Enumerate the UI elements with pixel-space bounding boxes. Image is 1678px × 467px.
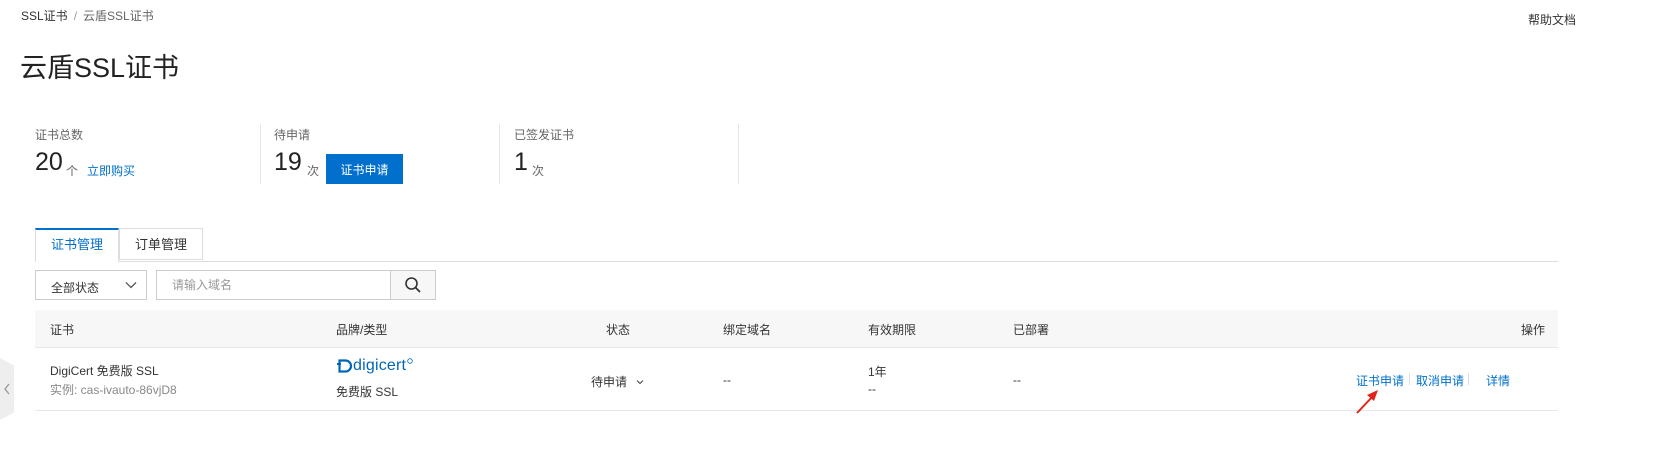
domain-search-input[interactable]	[156, 270, 391, 300]
chevron-left-icon	[4, 383, 10, 395]
breadcrumb-separator: /	[73, 9, 78, 23]
cert-instance-id: 实例: cas-ivauto-86vjD8	[50, 383, 177, 397]
help-docs-link[interactable]: 帮助文档	[1528, 11, 1576, 28]
stat-value: 20	[35, 148, 63, 176]
column-header-actions: 操作	[1521, 323, 1546, 337]
column-header-status: 状态	[606, 323, 631, 337]
deployed-status: --	[1013, 373, 1021, 387]
stat-value: 19	[274, 148, 302, 176]
page-title: 云盾SSL证书	[20, 53, 180, 83]
stat-unit: 次	[307, 164, 320, 178]
breadcrumb-item-current: 云盾SSL证书	[83, 9, 154, 23]
tab-order-management[interactable]: 订单管理	[119, 228, 203, 260]
stat-label: 证书总数	[35, 128, 84, 142]
column-header-validity: 有效期限	[868, 323, 917, 337]
digicert-logo-text: digicert	[353, 357, 407, 374]
breadcrumb: SSL证书 / 云盾SSL证书	[21, 7, 154, 24]
column-header-cert: 证书	[50, 323, 75, 337]
tab-bar: 证书管理 订单管理	[35, 228, 1558, 262]
stat-issued: 已签发证书 1 次	[514, 124, 739, 184]
stat-unit: 次	[532, 164, 545, 178]
stat-pending: 待申请 19 次 证书申请	[274, 124, 500, 184]
digicert-logo: digicert	[336, 357, 413, 375]
validity-dates: --	[868, 382, 876, 396]
action-divider	[1409, 373, 1410, 385]
status-filter-select[interactable]: 全部状态	[35, 270, 147, 300]
cert-type: 免费版 SSL	[336, 385, 399, 399]
stat-label: 已签发证书	[514, 128, 575, 142]
stat-value: 1	[514, 148, 528, 176]
breadcrumb-item-ssl[interactable]: SSL证书	[21, 9, 68, 23]
table-header: 证书 品牌/类型 状态 绑定域名 有效期限 已部署 操作	[35, 310, 1558, 348]
chevron-down-icon	[635, 376, 645, 390]
status-filter-value: 全部状态	[51, 281, 100, 295]
validity-period: 1年	[868, 365, 887, 379]
search-button[interactable]	[390, 270, 436, 300]
column-header-domain: 绑定域名	[723, 323, 772, 337]
bound-domain: --	[723, 373, 731, 387]
annotation-arrow-icon	[1356, 390, 1378, 414]
chevron-down-icon	[124, 278, 138, 295]
table-row: DigiCert 免费版 SSL 实例: cas-ivauto-86vjD8 d…	[35, 348, 1558, 411]
cert-name: DigiCert 免费版 SSL	[50, 364, 159, 378]
stat-total-certs: 证书总数 20 个 立即购买	[35, 124, 261, 184]
sidebar-collapse-handle[interactable]	[0, 358, 14, 420]
registered-mark-icon	[407, 358, 413, 364]
cancel-apply-link[interactable]: 取消申请	[1416, 372, 1464, 389]
apply-cert-button[interactable]: 证书申请	[326, 154, 403, 184]
tab-cert-management[interactable]: 证书管理	[35, 228, 119, 262]
details-link[interactable]: 详情	[1486, 372, 1510, 389]
status-dropdown[interactable]: 待申请	[591, 373, 645, 390]
search-icon	[404, 276, 422, 294]
buy-now-link[interactable]: 立即购买	[87, 162, 135, 179]
status-value: 待申请	[591, 375, 628, 389]
stat-label: 待申请	[274, 128, 311, 142]
column-header-brand: 品牌/类型	[336, 323, 388, 337]
action-divider	[1468, 373, 1469, 385]
digicert-logo-mark	[337, 358, 353, 373]
column-header-deployed: 已部署	[1013, 323, 1050, 337]
stat-unit: 个	[66, 164, 79, 178]
